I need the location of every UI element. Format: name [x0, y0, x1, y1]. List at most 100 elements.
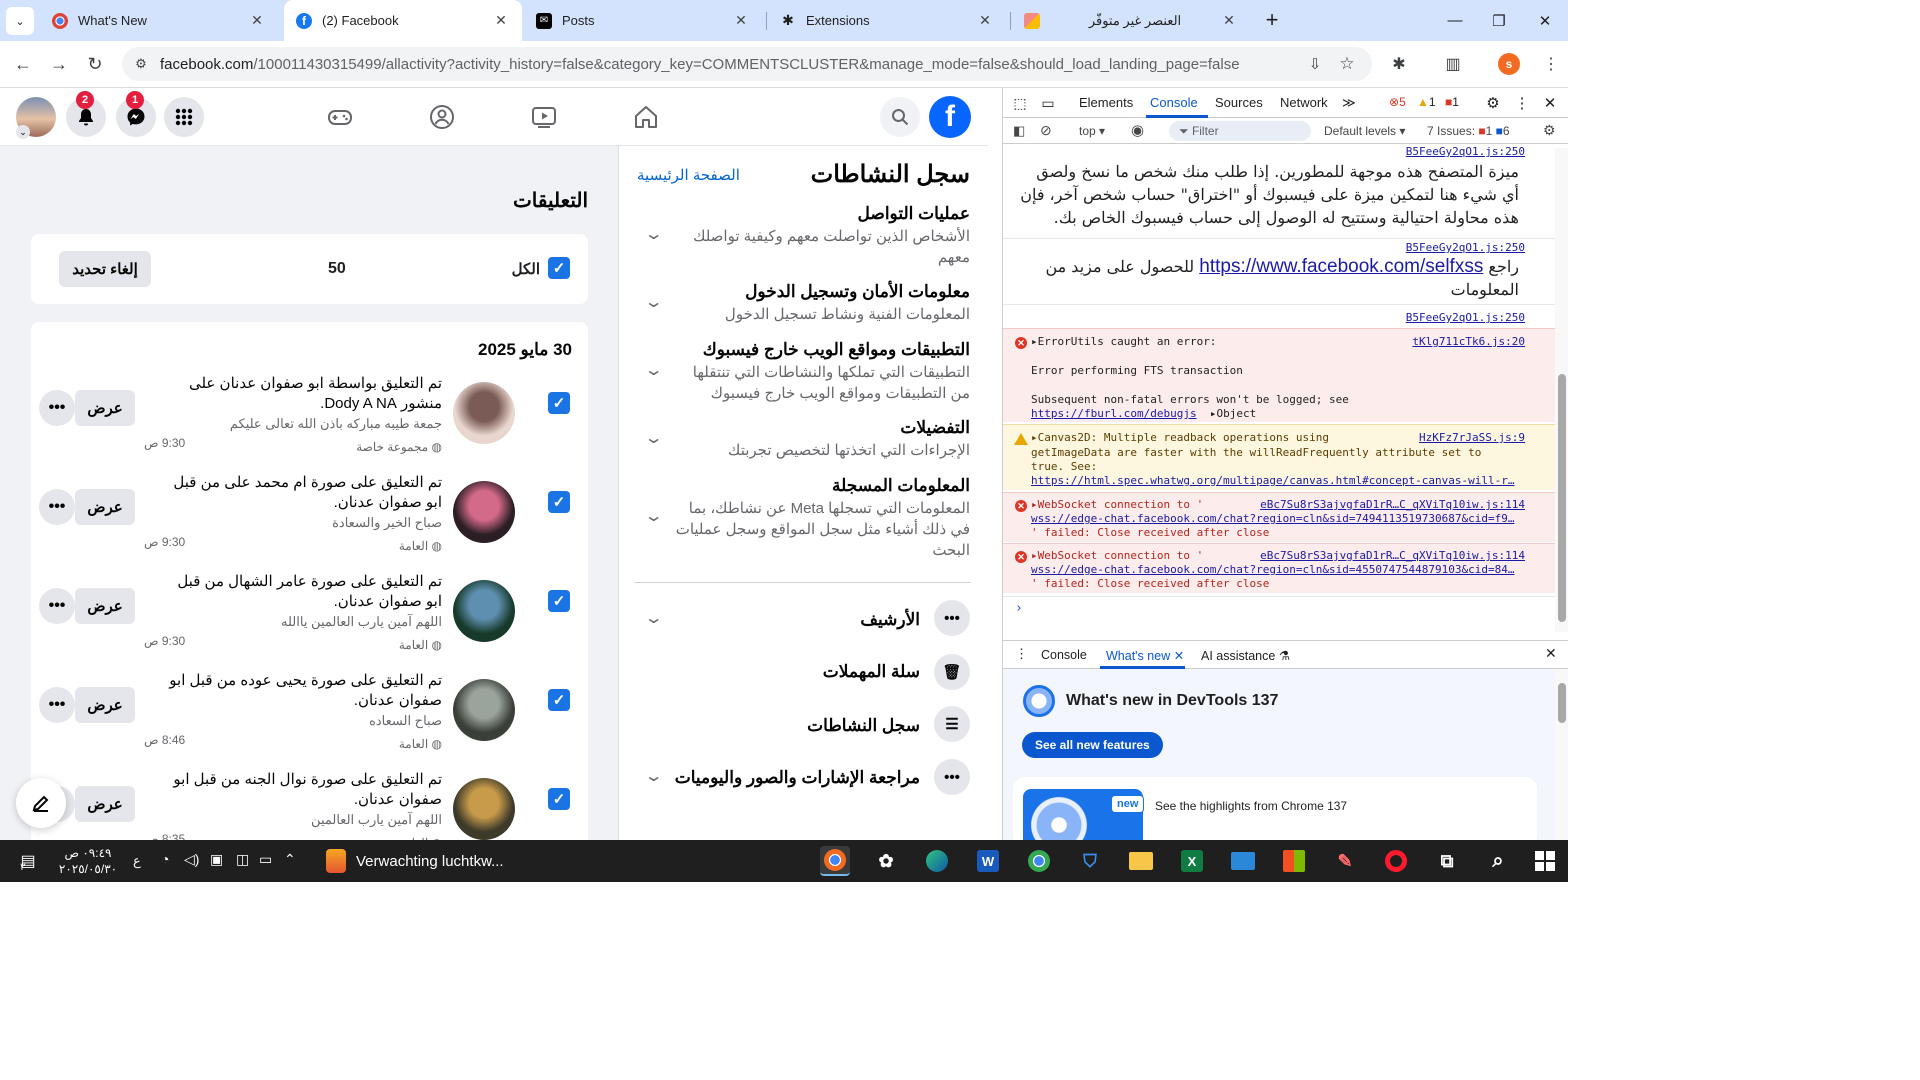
home-link[interactable]: الصفحة الرئيسية	[637, 166, 740, 184]
taskbar-excel-icon[interactable]: X	[1177, 846, 1207, 876]
screen-icon[interactable]: ▣	[210, 851, 223, 868]
websocket-url[interactable]: wss://edge-chat.facebook.com/chat?region…	[1031, 512, 1514, 527]
chevron-down-icon[interactable]: ⌄	[644, 608, 664, 628]
avatar[interactable]	[453, 580, 515, 642]
close-icon[interactable]: ✕	[976, 12, 994, 29]
warning-count[interactable]: ▲1	[1417, 95, 1436, 109]
console-prompt[interactable]: ›	[1003, 596, 1555, 620]
menu-grid-button[interactable]	[164, 97, 204, 137]
taskbar-mail-icon[interactable]	[1228, 846, 1258, 876]
source-link[interactable]: eBc7Su8rS3ajvgfaD1rR…C_qXViTq10iw.js:114	[1260, 549, 1525, 562]
item-title[interactable]: تم التعليق بواسطة ابو صفوان عدنان على من…	[162, 374, 442, 414]
taskbar-chrome-icon[interactable]	[1024, 846, 1054, 876]
nav-gaming[interactable]	[320, 100, 360, 134]
taskbar-task-view-icon[interactable]: ⧉	[1432, 846, 1462, 876]
error-title[interactable]: ▸ErrorUtils caught an error:	[1031, 335, 1216, 350]
new-tab-button[interactable]: +	[1258, 6, 1286, 34]
minimize-button[interactable]: —	[1432, 0, 1478, 41]
drawer-tab-ai[interactable]: AI assistance ⚗	[1201, 648, 1290, 663]
taskbar-opera-icon[interactable]	[1381, 846, 1411, 876]
context-select[interactable]: top ▾	[1079, 124, 1105, 138]
source-link[interactable]: tKlg711cTk6.js:20	[1412, 335, 1525, 348]
item-title[interactable]: تم التعليق على صورة ام محمد على من قبل ا…	[162, 473, 442, 513]
bookmark-star-icon[interactable]: ☆	[1332, 49, 1362, 79]
notifications-button[interactable]: 2	[66, 91, 106, 137]
eye-icon[interactable]: ◉	[1131, 121, 1144, 139]
drawer-tab-whats-new[interactable]: What's new ✕	[1106, 648, 1184, 663]
scrollbar-thumb[interactable]	[1558, 374, 1566, 622]
tab-posts[interactable]: ✉ Posts ✕	[524, 0, 762, 41]
error-title[interactable]: ▸WebSocket connection to '	[1031, 549, 1203, 564]
taskbar-app-icon[interactable]: ✎	[1330, 846, 1360, 876]
more-options-button[interactable]: •••	[39, 687, 75, 723]
view-button[interactable]: عرض	[75, 390, 135, 426]
nav-groups[interactable]	[422, 100, 462, 134]
more-tabs-icon[interactable]: ≫	[1342, 95, 1356, 111]
more-options-button[interactable]: •••	[39, 489, 75, 525]
chevron-down-icon[interactable]: ⌄	[644, 292, 664, 312]
forward-button[interactable]: →	[44, 49, 74, 79]
drawer-scrollbar[interactable]	[1555, 669, 1568, 841]
nav-home[interactable]	[626, 100, 666, 134]
tab-whats-new[interactable]: What's New ✕	[40, 0, 278, 41]
drawer-tab-console[interactable]: Console	[1041, 648, 1087, 662]
warning-title[interactable]: ▸Canvas2D: Multiple readback operations …	[1031, 431, 1329, 446]
tab-sources[interactable]: Sources	[1215, 95, 1263, 110]
item-title[interactable]: تم التعليق على صورة عامر الشهال من قبل ا…	[162, 572, 442, 612]
facebook-logo[interactable]: f	[929, 96, 971, 138]
taskbar-word-icon[interactable]: W	[973, 846, 1003, 876]
compose-button[interactable]	[16, 778, 66, 828]
taskbar-security-icon[interactable]: ⛉	[1075, 846, 1105, 876]
taskbar-chatgpt-icon[interactable]: ✿	[871, 846, 901, 876]
back-button[interactable]: ←	[8, 49, 38, 79]
chevron-down-icon[interactable]: ⌄	[644, 766, 664, 786]
tab-facebook[interactable]: f (2) Facebook ✕	[284, 0, 522, 41]
battery-icon[interactable]: ▭	[259, 851, 272, 868]
chrome-menu-icon[interactable]: ⋮	[1536, 49, 1566, 79]
nav-video[interactable]	[524, 100, 564, 134]
reload-button[interactable]: ↻	[80, 49, 110, 79]
language-indicator[interactable]: ع	[133, 853, 141, 869]
close-icon[interactable]: ✕	[248, 12, 266, 29]
device-toolbar-icon[interactable]: ▭	[1039, 94, 1057, 112]
object-label[interactable]: Object	[1216, 407, 1256, 420]
source-link[interactable]: B5FeeGy2qO1.js:250	[1406, 241, 1525, 254]
start-button[interactable]	[1530, 846, 1560, 876]
inspect-icon[interactable]: ⬚	[1011, 94, 1029, 112]
view-button[interactable]: عرض	[75, 687, 135, 723]
taskbar-chrome-active-icon[interactable]	[820, 846, 850, 876]
console-scrollbar[interactable]	[1555, 148, 1568, 632]
chevron-down-icon[interactable]: ⌄	[644, 506, 664, 526]
tray-chevron-icon[interactable]: ⌃	[284, 851, 296, 868]
taskbar-edge-icon[interactable]	[922, 846, 952, 876]
extensions-icon[interactable]: ✱	[1384, 49, 1414, 79]
taskbar-store-icon[interactable]	[1279, 846, 1309, 876]
item-checkbox[interactable]: ✓	[548, 788, 570, 810]
see-all-features-button[interactable]: See all new features	[1022, 732, 1163, 758]
avatar[interactable]	[453, 679, 515, 741]
reading-list-icon[interactable]: ▥	[1438, 49, 1468, 79]
chevron-down-icon[interactable]: ⌄	[644, 428, 664, 448]
close-icon[interactable]: ✕	[492, 12, 510, 29]
drawer-menu-icon[interactable]: ⋮	[1015, 646, 1028, 662]
avatar[interactable]	[453, 481, 515, 543]
source-link[interactable]: HzKFz7rJaSS.js:9	[1419, 431, 1525, 444]
tab-extensions[interactable]: ✱ Extensions ✕	[768, 0, 1006, 41]
debug-link[interactable]: https://fburl.com/debugjs	[1031, 407, 1197, 420]
settings-gear-icon[interactable]: ⚙	[1483, 93, 1503, 113]
item-checkbox[interactable]: ✓	[548, 689, 570, 711]
avatar[interactable]	[453, 778, 515, 840]
item-title[interactable]: تم التعليق على صورة يحيى عوده من قبل ابو…	[162, 671, 442, 711]
kebab-menu-icon[interactable]: ⋮	[1513, 93, 1531, 113]
error-count[interactable]: ⊗5	[1389, 95, 1406, 109]
url-input[interactable]: ⚙ facebook.com/100011430315499/allactivi…	[122, 47, 1372, 81]
selfxss-link[interactable]: https://www.facebook.com/selfxss	[1199, 256, 1483, 277]
chevron-down-icon[interactable]: ⌄	[644, 224, 664, 244]
weather-widget[interactable]: Verwachting luchtkw...	[322, 846, 522, 876]
clear-console-icon[interactable]: ⊘	[1040, 122, 1052, 139]
deselect-button[interactable]: إلغاء تحديد	[59, 251, 151, 287]
clock[interactable]: ٠٩:٤٩ ص ٢٠٢٥/٠٥/٣٠	[58, 845, 118, 877]
spec-link[interactable]: https://html.spec.whatwg.org/multipage/c…	[1031, 474, 1514, 489]
highlights-card[interactable]: new See the highlights from Chrome 137	[1013, 777, 1537, 849]
taskbar-search-icon[interactable]: ⌕	[1483, 846, 1513, 876]
